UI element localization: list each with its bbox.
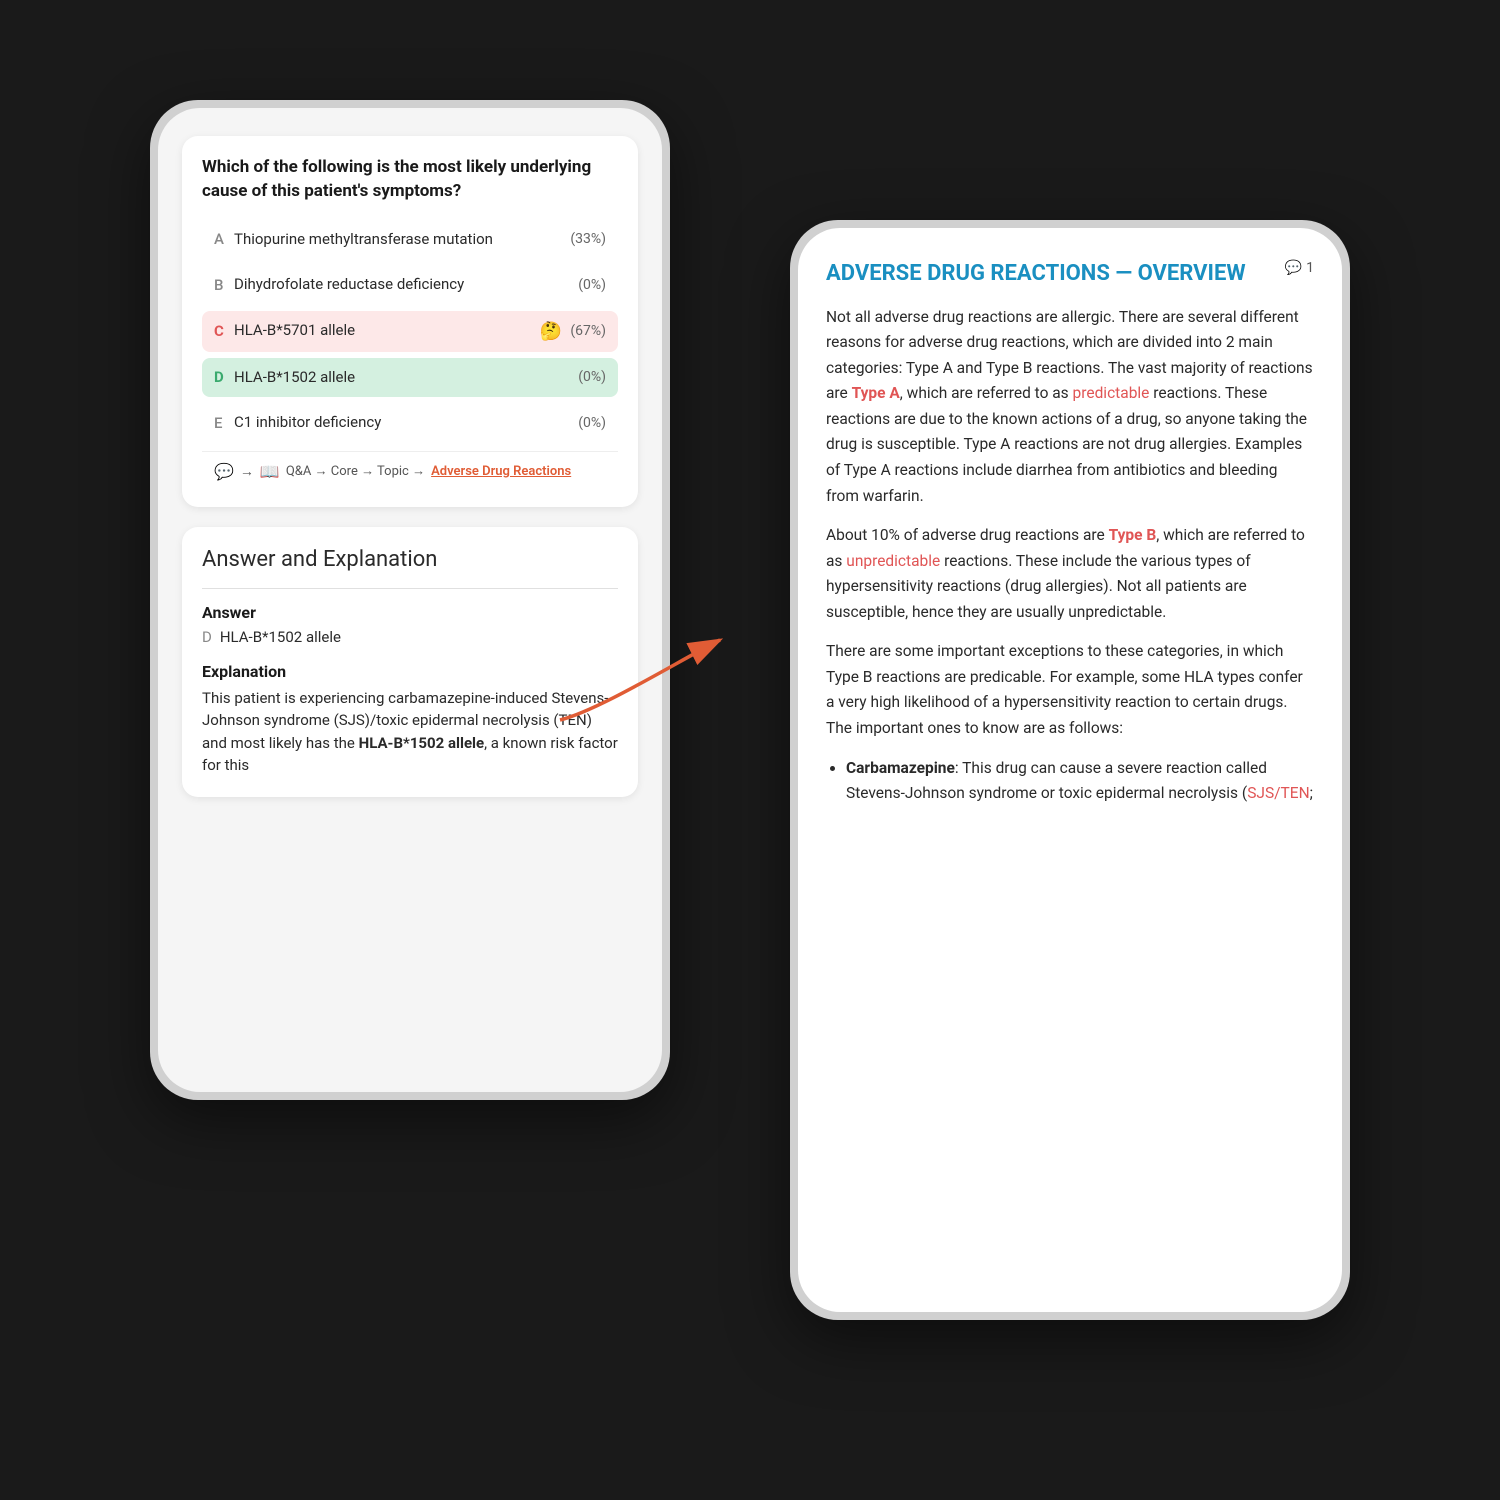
badge-number: 1 [1306,260,1314,276]
option-d-text: HLA-B*1502 allele [234,368,570,388]
option-b[interactable]: B Dihydrofolate reductase deficiency (0%… [202,265,618,305]
answer-label: Answer [202,603,618,622]
article-title: ADVERSE DRUG REACTIONS — OVERVIEW [826,260,1285,289]
option-c-pct: (67%) [570,323,606,339]
topic-breadcrumb: 💬 → 📖 Q&A → Core → Topic → Adverse Drug … [202,451,618,491]
right-phone: ADVERSE DRUG REACTIONS — OVERVIEW 💬 1 No… [790,220,1350,1320]
chat-icon: 💬 [214,462,234,481]
answer-text: HLA-B*1502 allele [220,628,341,646]
option-c-text: HLA-B*5701 allele [234,321,534,341]
breadcrumb-path: Q&A → Core → Topic → [286,463,425,479]
option-a-letter: A [214,230,234,248]
type-b-link[interactable]: Type B [1109,526,1157,544]
option-d-letter: D [214,368,234,386]
type-a-link[interactable]: Type A [852,384,900,402]
bullet-item-1: Carbamazepine: This drug can cause a sev… [846,756,1314,807]
bullet-list: Carbamazepine: This drug can cause a sev… [826,756,1314,807]
answer-letter: D [202,628,212,646]
option-e-letter: E [214,414,234,432]
para-2: About 10% of adverse drug reactions are … [826,523,1314,625]
option-b-letter: B [214,276,234,294]
option-e[interactable]: E C1 inhibitor deficiency (0%) [202,403,618,443]
question-text: Which of the following is the most likel… [202,156,618,204]
para-1: Not all adverse drug reactions are aller… [826,305,1314,510]
article-body: Not all adverse drug reactions are aller… [826,305,1314,807]
left-phone-inner: Which of the following is the most likel… [158,108,662,1092]
main-container: Which of the following is the most likel… [150,60,1350,1440]
article-header: ADVERSE DRUG REACTIONS — OVERVIEW 💬 1 [826,260,1314,289]
badge-icon: 💬 [1285,260,1302,276]
option-e-text: C1 inhibitor deficiency [234,413,570,433]
option-a-pct: (33%) [570,231,606,247]
option-d-pct: (0%) [578,369,606,385]
para-3: There are some important exceptions to t… [826,639,1314,741]
option-b-pct: (0%) [578,277,606,293]
answer-section-title: Answer and Explanation [202,547,618,572]
unpredictable-link[interactable]: unpredictable [846,552,940,570]
book-icon: 📖 [260,462,280,481]
bullet-drug-name: Carbamazepine [846,759,955,777]
option-d[interactable]: D HLA-B*1502 allele (0%) [202,358,618,398]
option-a-text: Thiopurine methyltransferase mutation [234,230,562,250]
bullet-semicolon: ; [1310,784,1313,802]
arrow-icon: → [240,463,254,480]
option-b-text: Dihydrofolate reductase deficiency [234,275,570,295]
predictable-link[interactable]: predictable [1073,384,1150,402]
answer-divider [202,588,618,589]
option-e-pct: (0%) [578,415,606,431]
option-c-letter: C [214,322,234,340]
left-phone: Which of the following is the most likel… [150,100,670,1100]
option-c-emoji: 🤔 [540,321,562,342]
option-a[interactable]: A Thiopurine methyltransferase mutation … [202,220,618,260]
option-c[interactable]: C HLA-B*5701 allele 🤔 (67%) [202,311,618,352]
explanation-bold: HLA-B*1502 allele [359,734,485,752]
breadcrumb-link[interactable]: Adverse Drug Reactions [431,464,571,479]
article-badge: 💬 1 [1285,260,1314,276]
question-card: Which of the following is the most likel… [182,136,638,507]
right-phone-inner: ADVERSE DRUG REACTIONS — OVERVIEW 💬 1 No… [798,228,1342,1312]
sjs-link[interactable]: SJS/TEN [1247,784,1309,802]
connecting-arrow [540,620,740,740]
